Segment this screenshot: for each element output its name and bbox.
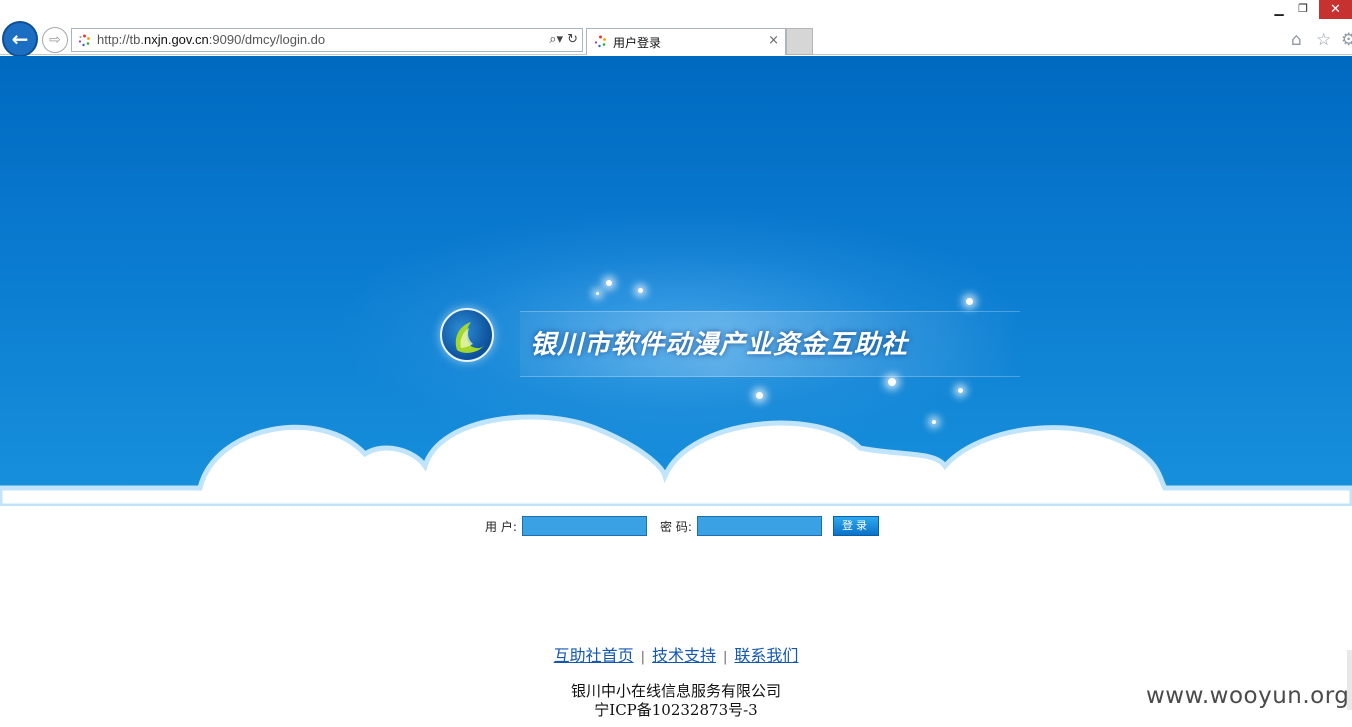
new-tab-button[interactable]	[786, 28, 813, 55]
tab-login[interactable]: 用户登录 ×	[586, 28, 786, 55]
browser-chrome: ← ⇨ http://tb.nxjn.gov.cn:9090/dmcy/logi…	[0, 0, 1352, 57]
favorites-star-icon[interactable]: ☆	[1316, 30, 1331, 50]
scrollbar[interactable]	[1347, 650, 1352, 710]
home-icon[interactable]: ⌂	[1291, 30, 1302, 50]
password-label: 密 码:	[660, 520, 692, 534]
back-button[interactable]: ←	[2, 21, 38, 57]
url-text: http://tb.nxjn.gov.cn:9090/dmcy/login.do	[97, 32, 326, 47]
address-bar[interactable]: http://tb.nxjn.gov.cn:9090/dmcy/login.do…	[71, 28, 583, 52]
forward-button[interactable]: ⇨	[42, 27, 68, 53]
link-contact[interactable]: 联系我们	[734, 646, 798, 665]
watermark: www.wooyun.org	[1146, 683, 1350, 709]
cloud-border	[0, 414, 1352, 506]
minimize-button[interactable]: ▁	[1270, 2, 1288, 16]
link-support[interactable]: 技术支持	[652, 646, 716, 665]
password-input[interactable]	[697, 516, 822, 536]
restore-button[interactable]: ❐	[1294, 2, 1312, 16]
close-window-button[interactable]: ✕	[1319, 0, 1352, 19]
login-button[interactable]: 登录	[833, 516, 879, 536]
tab-close-icon[interactable]: ×	[768, 33, 779, 48]
back-arrow-icon: ←	[11, 27, 29, 51]
link-separator: |	[640, 650, 645, 665]
forward-arrow-icon: ⇨	[49, 32, 61, 48]
settings-gear-icon[interactable]: ⚙	[1341, 30, 1352, 50]
username-input[interactable]	[522, 516, 647, 536]
link-home[interactable]: 互助社首页	[554, 646, 634, 665]
tab-title: 用户登录	[613, 36, 662, 50]
link-separator: |	[723, 650, 728, 665]
loading-favicon-icon	[78, 34, 90, 47]
refresh-icon[interactable]: ↻	[567, 32, 578, 47]
search-dropdown-icon[interactable]: ⌕▾	[549, 32, 563, 47]
username-label: 用 户:	[485, 520, 517, 534]
loading-favicon-icon	[594, 35, 606, 48]
header-banner: 银川市软件动漫产业资金互助社	[0, 56, 1352, 506]
footer-links: 互助社首页 | 技术支持 | 联系我们	[0, 642, 1352, 666]
